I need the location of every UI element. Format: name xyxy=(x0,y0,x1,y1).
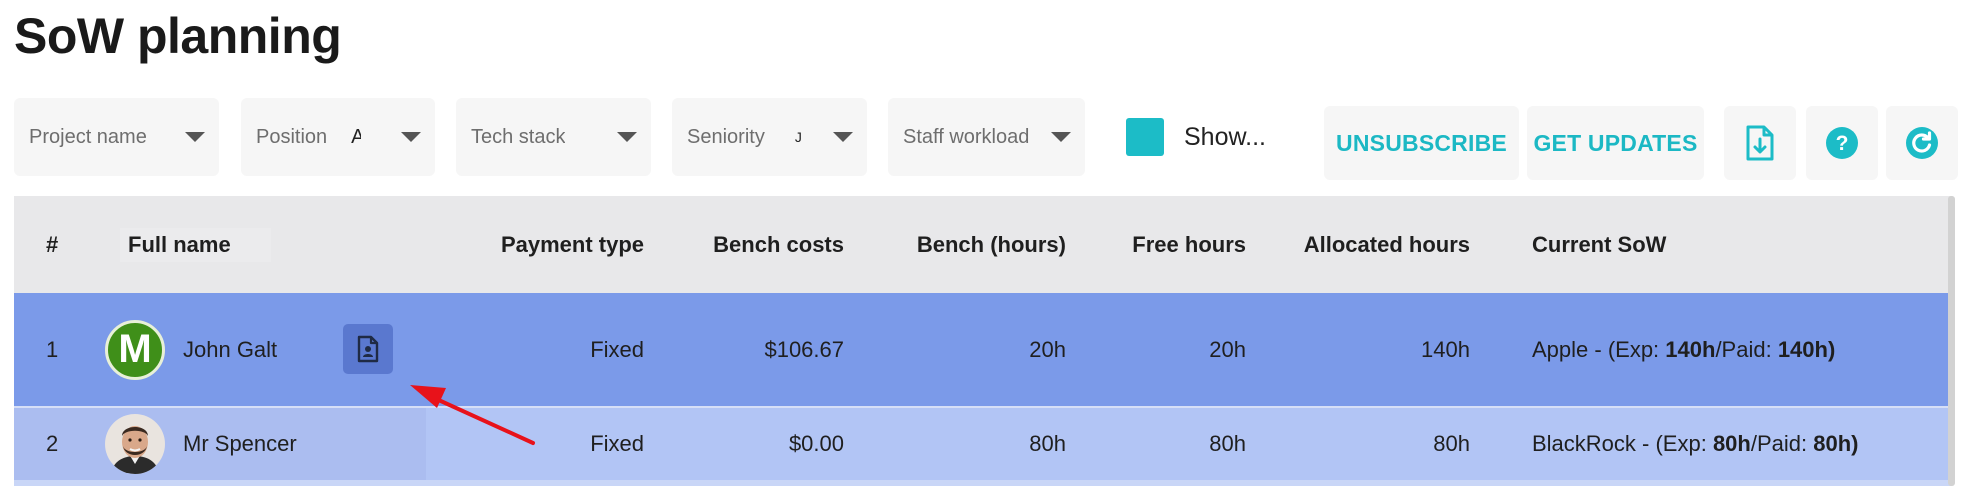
chevron-down-icon xyxy=(1051,132,1071,142)
refresh-icon xyxy=(1906,127,1938,159)
allocated-hours-cell: 80h xyxy=(1433,431,1470,456)
column-header-bench-hours[interactable]: Bench (hours) xyxy=(854,196,1066,293)
position-filter[interactable]: Position A xyxy=(241,98,435,176)
chevron-down-icon xyxy=(833,132,853,142)
page-title: SoW planning xyxy=(14,8,342,64)
column-header-payment-type[interactable]: Payment type xyxy=(444,196,644,293)
payment-type-cell: Fixed xyxy=(590,336,644,362)
bench-hours-cell: 20h xyxy=(1029,336,1066,362)
show-toggle-label: Show... xyxy=(1184,122,1266,151)
table-row[interactable]: 1 M John Galt Fixed $106.67 20h 20h 140h xyxy=(14,293,1952,406)
table-row[interactable]: 2 Mr Spencer Fixed $0.00 80h 80h 80h Bla… xyxy=(14,408,1952,480)
vertical-scrollbar[interactable] xyxy=(1948,196,1955,486)
row-index: 1 xyxy=(46,336,59,362)
position-filter-value: A xyxy=(351,125,362,148)
avatar xyxy=(105,414,165,474)
full-name-cell: M John Galt xyxy=(105,293,335,406)
tech-stack-filter[interactable]: Tech stack xyxy=(456,98,651,176)
column-header-allocated-hours[interactable]: Allocated hours xyxy=(1254,196,1470,293)
seniority-filter-value: J xyxy=(794,129,801,145)
full-name-cell: Mr Spencer xyxy=(105,408,405,480)
sow-table: # Full name Payment type Bench costs Ben… xyxy=(14,196,1952,486)
unsubscribe-button[interactable]: UNSUBSCRIBE xyxy=(1324,106,1519,180)
avatar-photo xyxy=(105,414,165,474)
show-checkbox[interactable] xyxy=(1126,118,1164,156)
file-download-icon xyxy=(1746,125,1774,161)
current-sow-cell: Apple - (Exp: 140h/Paid: 140h) xyxy=(1532,336,1836,362)
refresh-button[interactable] xyxy=(1886,106,1958,180)
project-name-filter[interactable]: Project name xyxy=(14,98,219,176)
staff-workload-filter-label: Staff workload xyxy=(903,125,1030,148)
free-hours-cell: 80h xyxy=(1209,431,1246,456)
row-index: 2 xyxy=(46,431,59,456)
chevron-down-icon xyxy=(401,132,421,142)
tech-stack-filter-label: Tech stack xyxy=(471,125,566,148)
svg-text:?: ? xyxy=(1836,132,1849,155)
get-updates-button[interactable]: GET UPDATES xyxy=(1527,106,1704,180)
export-button[interactable] xyxy=(1724,106,1796,180)
project-name-filter-label: Project name xyxy=(29,125,147,148)
avatar: M xyxy=(105,319,165,380)
person-document-icon xyxy=(357,335,379,363)
person-document-button[interactable] xyxy=(343,324,393,374)
current-sow-cell: BlackRock - (Exp: 80h/Paid: 80h) xyxy=(1532,431,1859,456)
help-button[interactable]: ? xyxy=(1806,106,1878,180)
column-header-current-sow[interactable]: Current SoW xyxy=(1532,196,1832,293)
column-header-index[interactable]: # xyxy=(46,196,86,293)
seniority-filter-label: Seniority xyxy=(687,125,765,148)
column-header-full-name[interactable]: Full name xyxy=(120,196,340,293)
next-row-edge xyxy=(14,480,1952,486)
table-header: # Full name Payment type Bench costs Ben… xyxy=(14,196,1952,293)
bench-hours-cell: 80h xyxy=(1029,431,1066,456)
bench-costs-cell: $0.00 xyxy=(788,431,844,456)
chevron-down-icon xyxy=(617,132,637,142)
chevron-down-icon xyxy=(185,132,205,142)
column-header-bench-costs[interactable]: Bench costs xyxy=(654,196,844,293)
allocated-hours-cell: 140h xyxy=(1421,336,1470,362)
position-filter-label: Position xyxy=(256,125,328,148)
free-hours-cell: 20h xyxy=(1209,336,1246,362)
bench-costs-cell: $106.67 xyxy=(764,336,844,362)
show-toggle[interactable]: Show... xyxy=(1126,118,1266,156)
sow-planning-page: SoW planning Project name Position A Tec… xyxy=(0,0,1966,486)
person-name[interactable]: John Galt xyxy=(183,337,277,363)
payment-type-cell: Fixed xyxy=(590,431,644,456)
person-name[interactable]: Mr Spencer xyxy=(183,431,297,457)
question-circle-icon: ? xyxy=(1826,127,1858,159)
column-header-free-hours[interactable]: Free hours xyxy=(1074,196,1246,293)
staff-workload-filter[interactable]: Staff workload xyxy=(888,98,1085,176)
seniority-filter[interactable]: Seniority J xyxy=(672,98,867,176)
